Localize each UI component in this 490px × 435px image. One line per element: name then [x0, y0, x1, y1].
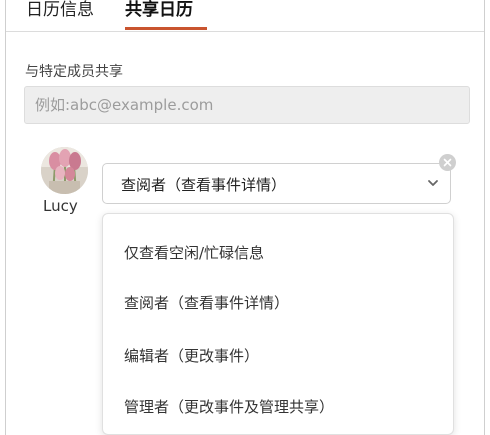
tab-calendar-info[interactable]: 日历信息 — [26, 0, 94, 29]
role-option-free-busy[interactable]: 仅查看空闲/忙碌信息 — [124, 242, 264, 263]
role-select[interactable]: 查阅者（查看事件详情） — [102, 163, 451, 204]
share-calendar-panel: 日历信息 共享日历 与特定成员共享 Lucy 查阅者（查看事件详情） — [5, 0, 485, 435]
selected-role: 查阅者（查看事件详情） — [121, 176, 287, 194]
remove-member-button[interactable] — [439, 154, 456, 171]
role-option-manager[interactable]: 管理者（更改事件及管理共享） — [124, 396, 334, 417]
share-with-members-label: 与特定成员共享 — [25, 64, 123, 80]
role-option-viewer[interactable]: 查阅者（查看事件详情） — [124, 292, 289, 313]
role-dropdown-menu: 仅查看空闲/忙碌信息 查阅者（查看事件详情） 编辑者（更改事件） 管理者（更改事… — [102, 213, 454, 435]
role-option-editor[interactable]: 编辑者（更改事件） — [124, 345, 259, 366]
close-icon — [443, 158, 452, 167]
avatar-flowers-image — [41, 147, 88, 194]
chevron-down-icon — [428, 180, 438, 186]
tab-bar: 日历信息 共享日历 — [6, 0, 484, 32]
tab-shared-calendar[interactable]: 共享日历 — [125, 0, 193, 29]
avatar — [41, 147, 88, 194]
member-email-input[interactable] — [24, 86, 470, 124]
active-tab-indicator — [125, 27, 207, 30]
member-name: Lucy — [43, 197, 78, 215]
